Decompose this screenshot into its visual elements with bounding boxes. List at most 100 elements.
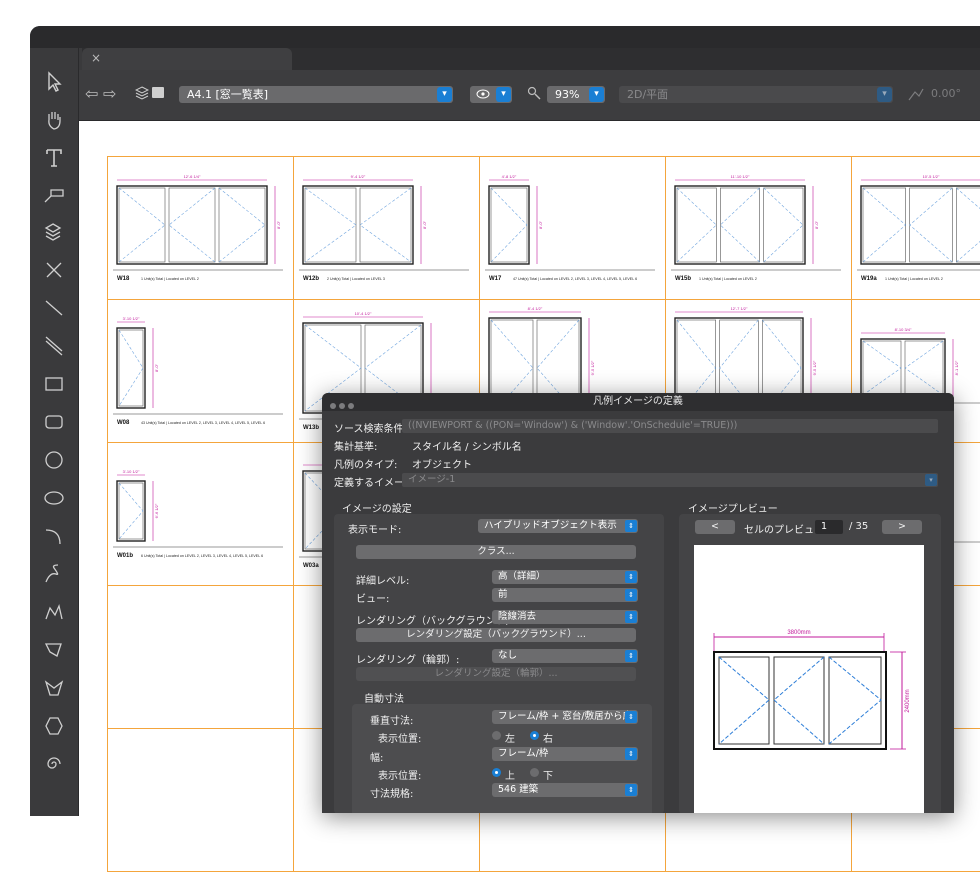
prev-cell-button[interactable]: < xyxy=(695,520,735,534)
define-image-value: イメージ-1 xyxy=(408,474,456,485)
rectangle-tool-icon[interactable] xyxy=(42,372,66,396)
hexagon-tool-icon[interactable] xyxy=(42,714,66,738)
radio-left[interactable] xyxy=(492,731,501,740)
text-tool-icon[interactable] xyxy=(42,146,66,170)
render-fg-label: レンダリング（輪郭）: xyxy=(356,655,460,666)
sheet-layer-select[interactable]: A4.1 [窓一覧表] ▾ xyxy=(179,86,453,103)
legend-type-value: オブジェクト xyxy=(412,460,472,471)
define-image-select[interactable]: イメージ-1 ▾ xyxy=(402,473,938,487)
dim-standard-select[interactable]: 546 建築 ⇕ xyxy=(492,783,638,797)
zoom-icon[interactable] xyxy=(527,86,541,100)
document-tab[interactable]: × xyxy=(82,48,292,70)
layers-icon[interactable] xyxy=(135,86,149,100)
display-mode-select[interactable]: ハイブリッドオブジェクト表示 ⇕ xyxy=(478,519,638,533)
next-cell-button[interactable]: > xyxy=(882,520,922,534)
detail-level-select[interactable]: 高（詳細） ⇕ xyxy=(492,570,638,584)
view-value: 前 xyxy=(498,589,508,600)
view-label: ビュー: xyxy=(356,594,390,605)
chevron-down-icon: ▾ xyxy=(589,87,604,102)
render-bg-select[interactable]: 陰線消去 ⇕ xyxy=(492,610,638,624)
arc-tool-icon[interactable] xyxy=(42,524,66,548)
source-label: ソース検索条件: xyxy=(334,424,407,435)
vertical-dim-label: 垂直寸法: xyxy=(370,716,414,727)
visibility-select[interactable]: ▾ xyxy=(470,86,512,103)
criteria-label: 集計基準: xyxy=(334,442,378,453)
zoom-value: 93% xyxy=(555,88,580,101)
width-dim-select[interactable]: フレーム/枠 ⇕ xyxy=(492,747,638,761)
polygon-tool-icon[interactable] xyxy=(42,638,66,662)
radio-top-label: 上 xyxy=(505,771,515,782)
render-fg-select[interactable]: なし ⇕ xyxy=(492,649,638,663)
render-bg-settings-button[interactable]: レンダリング設定（バックグラウンド）... xyxy=(356,628,636,642)
pan-hand-icon[interactable] xyxy=(42,108,66,132)
cell-index-input[interactable]: 1 xyxy=(815,520,843,534)
updown-icon: ⇕ xyxy=(625,711,637,723)
line-tool-icon[interactable] xyxy=(42,296,66,320)
updown-icon: ⇕ xyxy=(625,611,637,623)
legend-image-dialog: 凡例イメージの定義 ソース検索条件: ((NVIEWPORT & ((PON='… xyxy=(322,393,954,813)
eye-icon xyxy=(476,89,490,99)
double-line-tool-icon[interactable] xyxy=(42,334,66,358)
radio-left-label: 左 xyxy=(505,734,515,745)
zoom-select[interactable]: 93% ▾ xyxy=(547,86,605,103)
image-settings-header: イメージの設定 xyxy=(342,504,412,515)
dialog-title-bar: 凡例イメージの定義 xyxy=(322,393,954,411)
width-dim-label: 幅: xyxy=(370,753,384,764)
preview-width-label: 3800mm xyxy=(787,630,810,636)
class-button[interactable]: クラス... xyxy=(356,545,636,559)
delete-x-icon[interactable] xyxy=(42,258,66,282)
updown-icon: ⇕ xyxy=(625,748,637,760)
radio-bottom[interactable] xyxy=(530,768,539,777)
detail-level-label: 詳細レベル: xyxy=(356,576,410,587)
chevron-down-icon: ▾ xyxy=(925,474,937,486)
working-plane-icon[interactable] xyxy=(907,86,925,102)
render-fg-settings-button[interactable]: レンダリング設定（輪郭）... xyxy=(356,667,636,681)
view-bar: ⇦ ⇨ A4.1 [窓一覧表] ▾ ▾ 93% ▾ 2D/平面 ▾ 0.00° xyxy=(79,70,980,121)
rounded-rect-tool-icon[interactable] xyxy=(42,410,66,434)
auto-dimension-header: 自動寸法 xyxy=(364,694,404,705)
sheet-icon[interactable] xyxy=(152,87,164,98)
chevron-down-icon: ▾ xyxy=(877,87,892,102)
tool-palette xyxy=(30,48,79,816)
display-mode-value: ハイブリッドオブジェクト表示 xyxy=(484,520,617,531)
back-arrow-icon[interactable]: ⇦ xyxy=(85,84,98,103)
double-polygon-tool-icon[interactable] xyxy=(42,676,66,700)
updown-icon: ⇕ xyxy=(625,589,637,601)
view-mode-value: 2D/平面 xyxy=(627,88,669,101)
render-fg-value: なし xyxy=(498,650,518,661)
image-preview-header: イメージプレビュー xyxy=(688,504,778,515)
circle-tool-icon[interactable] xyxy=(42,448,66,472)
callout-icon[interactable] xyxy=(42,184,66,208)
sheet-layer-value: A4.1 [窓一覧表] xyxy=(187,88,269,101)
legend-type-label: 凡例のタイプ: xyxy=(334,460,398,471)
updown-icon: ⇕ xyxy=(625,520,637,532)
selection-arrow-icon[interactable] xyxy=(42,70,66,94)
preview-window-drawing: 3800mm 2400mm xyxy=(713,630,911,750)
dialog-title: 凡例イメージの定義 xyxy=(593,396,683,407)
forward-arrow-icon[interactable]: ⇨ xyxy=(103,84,116,103)
freehand-tool-icon[interactable] xyxy=(42,562,66,586)
radio-top[interactable] xyxy=(492,768,501,777)
vertical-dim-select[interactable]: フレーム/枠 + 窓台/敷居から床 ⇕ xyxy=(492,710,638,724)
vertical-pos-label: 表示位置: xyxy=(378,734,422,745)
layers-tool-icon[interactable] xyxy=(42,220,66,244)
view-select[interactable]: 前 ⇕ xyxy=(492,588,638,602)
updown-icon: ⇕ xyxy=(625,571,637,583)
dim-standard-value: 546 建築 xyxy=(498,784,539,795)
spiral-tool-icon[interactable] xyxy=(42,752,66,776)
source-criteria-field[interactable]: ((NVIEWPORT & ((PON='Window') & ('Window… xyxy=(402,419,938,433)
chevron-down-icon: ▾ xyxy=(437,87,452,102)
window-controls[interactable] xyxy=(330,398,357,416)
chevron-down-icon: ▾ xyxy=(496,87,511,102)
radio-right[interactable] xyxy=(530,731,539,740)
dim-standard-label: 寸法規格: xyxy=(370,789,414,800)
vertical-dim-value: フレーム/枠 + 窓台/敷居から床 xyxy=(498,711,633,722)
title-bar xyxy=(30,26,980,48)
oval-tool-icon[interactable] xyxy=(42,486,66,510)
detail-level-value: 高（詳細） xyxy=(498,571,546,582)
tab-strip: × xyxy=(82,48,980,70)
view-mode-select[interactable]: 2D/平面 ▾ xyxy=(619,86,893,103)
close-icon[interactable]: × xyxy=(91,51,101,65)
display-mode-label: 表示モード: xyxy=(348,525,402,536)
polyline-tool-icon[interactable] xyxy=(42,600,66,624)
